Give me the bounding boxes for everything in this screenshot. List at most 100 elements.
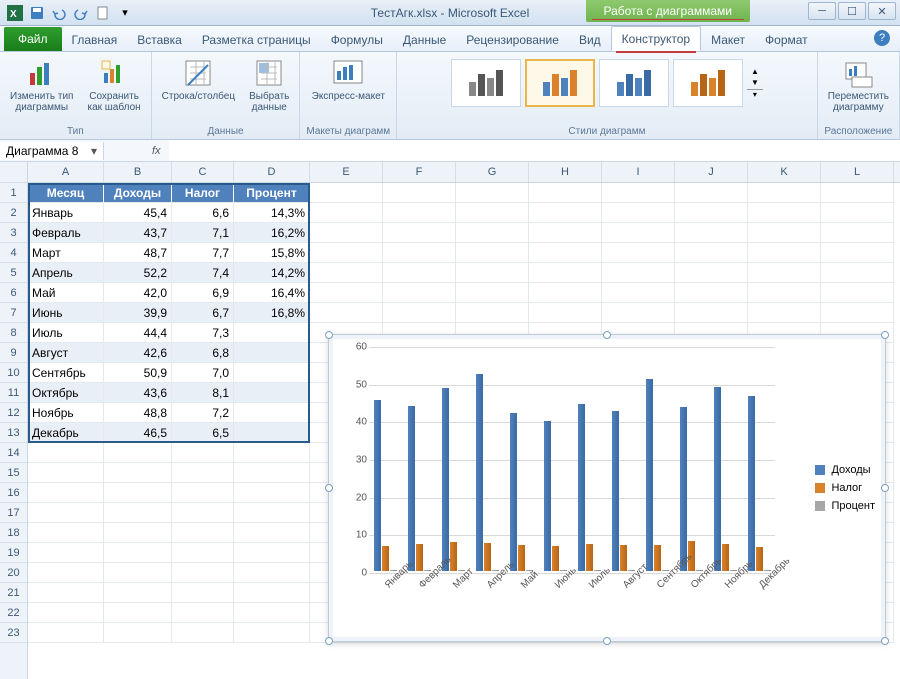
- cell[interactable]: Апрель: [28, 263, 104, 283]
- cell[interactable]: 6,5: [172, 423, 234, 443]
- cell[interactable]: Март: [28, 243, 104, 263]
- cell[interactable]: [748, 223, 821, 243]
- cell[interactable]: [602, 303, 675, 323]
- cell[interactable]: [529, 263, 602, 283]
- cell[interactable]: [456, 303, 529, 323]
- col-header-I[interactable]: I: [602, 162, 675, 182]
- cell[interactable]: [310, 223, 383, 243]
- cell[interactable]: [28, 503, 104, 523]
- cell[interactable]: [234, 463, 310, 483]
- style-gallery-more[interactable]: ▲▼▾: [747, 59, 763, 107]
- cell[interactable]: [104, 563, 172, 583]
- row-header-16[interactable]: 16: [0, 483, 27, 503]
- name-box[interactable]: Диаграмма 8▾: [0, 142, 104, 160]
- select-all-corner[interactable]: [0, 162, 27, 183]
- embedded-chart[interactable]: 0102030405060 ЯнварьФевральМартАпрельМай…: [328, 334, 886, 642]
- cell[interactable]: [104, 463, 172, 483]
- cell[interactable]: 7,4: [172, 263, 234, 283]
- cell[interactable]: 14,2%: [234, 263, 310, 283]
- cell[interactable]: [28, 463, 104, 483]
- cell[interactable]: [675, 183, 748, 203]
- close-button[interactable]: ✕: [868, 2, 896, 20]
- cell[interactable]: 42,0: [104, 283, 172, 303]
- cell[interactable]: [675, 283, 748, 303]
- cell[interactable]: [310, 303, 383, 323]
- cell[interactable]: [383, 243, 456, 263]
- cell[interactable]: [234, 503, 310, 523]
- cell[interactable]: [748, 203, 821, 223]
- help-icon[interactable]: ?: [874, 30, 890, 46]
- cell[interactable]: [602, 183, 675, 203]
- cell[interactable]: [821, 263, 894, 283]
- cell[interactable]: Доходы: [104, 183, 172, 203]
- col-header-B[interactable]: B: [104, 162, 172, 182]
- cell[interactable]: [310, 263, 383, 283]
- cell[interactable]: [529, 303, 602, 323]
- cell[interactable]: [234, 623, 310, 643]
- cell[interactable]: 43,6: [104, 383, 172, 403]
- cell[interactable]: [821, 303, 894, 323]
- cell[interactable]: 52,2: [104, 263, 172, 283]
- minimize-button[interactable]: ─: [808, 2, 836, 20]
- cell[interactable]: [28, 483, 104, 503]
- cell[interactable]: Август: [28, 343, 104, 363]
- cell[interactable]: 7,7: [172, 243, 234, 263]
- cell[interactable]: [234, 523, 310, 543]
- cell[interactable]: [234, 343, 310, 363]
- cell[interactable]: [529, 223, 602, 243]
- cell[interactable]: 44,4: [104, 323, 172, 343]
- maximize-button[interactable]: ☐: [838, 2, 866, 20]
- cell[interactable]: [456, 223, 529, 243]
- col-header-G[interactable]: G: [456, 162, 529, 182]
- cell[interactable]: Сентябрь: [28, 363, 104, 383]
- switch-row-column-button[interactable]: Строка/столбец: [158, 55, 239, 104]
- col-header-L[interactable]: L: [821, 162, 894, 182]
- row-header-4[interactable]: 4: [0, 243, 27, 263]
- cell[interactable]: [234, 423, 310, 443]
- chart-legend[interactable]: ДоходыНалогПроцент: [815, 458, 875, 518]
- tab-page-layout[interactable]: Разметка страницы: [192, 28, 321, 51]
- cell[interactable]: [104, 503, 172, 523]
- tab-layout[interactable]: Макет: [701, 28, 755, 51]
- chart-style-1[interactable]: [451, 59, 521, 107]
- cell[interactable]: 42,6: [104, 343, 172, 363]
- tab-file[interactable]: Файл: [4, 27, 62, 51]
- cell[interactable]: [602, 283, 675, 303]
- cell[interactable]: [748, 243, 821, 263]
- row-header-11[interactable]: 11: [0, 383, 27, 403]
- row-header-19[interactable]: 19: [0, 543, 27, 563]
- cell[interactable]: [234, 583, 310, 603]
- col-header-F[interactable]: F: [383, 162, 456, 182]
- cell[interactable]: [456, 203, 529, 223]
- quick-layout-button[interactable]: Экспресс-макет: [308, 55, 389, 104]
- cell[interactable]: [28, 543, 104, 563]
- cell[interactable]: Июнь: [28, 303, 104, 323]
- cell[interactable]: [234, 323, 310, 343]
- cell[interactable]: [172, 443, 234, 463]
- cell[interactable]: 39,9: [104, 303, 172, 323]
- cell[interactable]: [821, 283, 894, 303]
- cell[interactable]: 6,7: [172, 303, 234, 323]
- cell[interactable]: [529, 183, 602, 203]
- cell[interactable]: 46,5: [104, 423, 172, 443]
- cell[interactable]: [172, 463, 234, 483]
- cell[interactable]: [234, 483, 310, 503]
- cell[interactable]: [172, 563, 234, 583]
- row-header-21[interactable]: 21: [0, 583, 27, 603]
- cell[interactable]: [383, 183, 456, 203]
- tab-review[interactable]: Рецензирование: [456, 28, 569, 51]
- cell[interactable]: [529, 203, 602, 223]
- tab-insert[interactable]: Вставка: [127, 28, 192, 51]
- cell[interactable]: [383, 263, 456, 283]
- cell[interactable]: 16,2%: [234, 223, 310, 243]
- tab-format[interactable]: Формат: [755, 28, 818, 51]
- cell[interactable]: Декабрь: [28, 423, 104, 443]
- cell[interactable]: [310, 203, 383, 223]
- col-header-A[interactable]: A: [28, 162, 104, 182]
- cell[interactable]: [104, 543, 172, 563]
- new-icon[interactable]: [94, 4, 112, 22]
- col-header-E[interactable]: E: [310, 162, 383, 182]
- fx-icon[interactable]: fx: [144, 145, 169, 157]
- cell[interactable]: [104, 603, 172, 623]
- cell[interactable]: 7,3: [172, 323, 234, 343]
